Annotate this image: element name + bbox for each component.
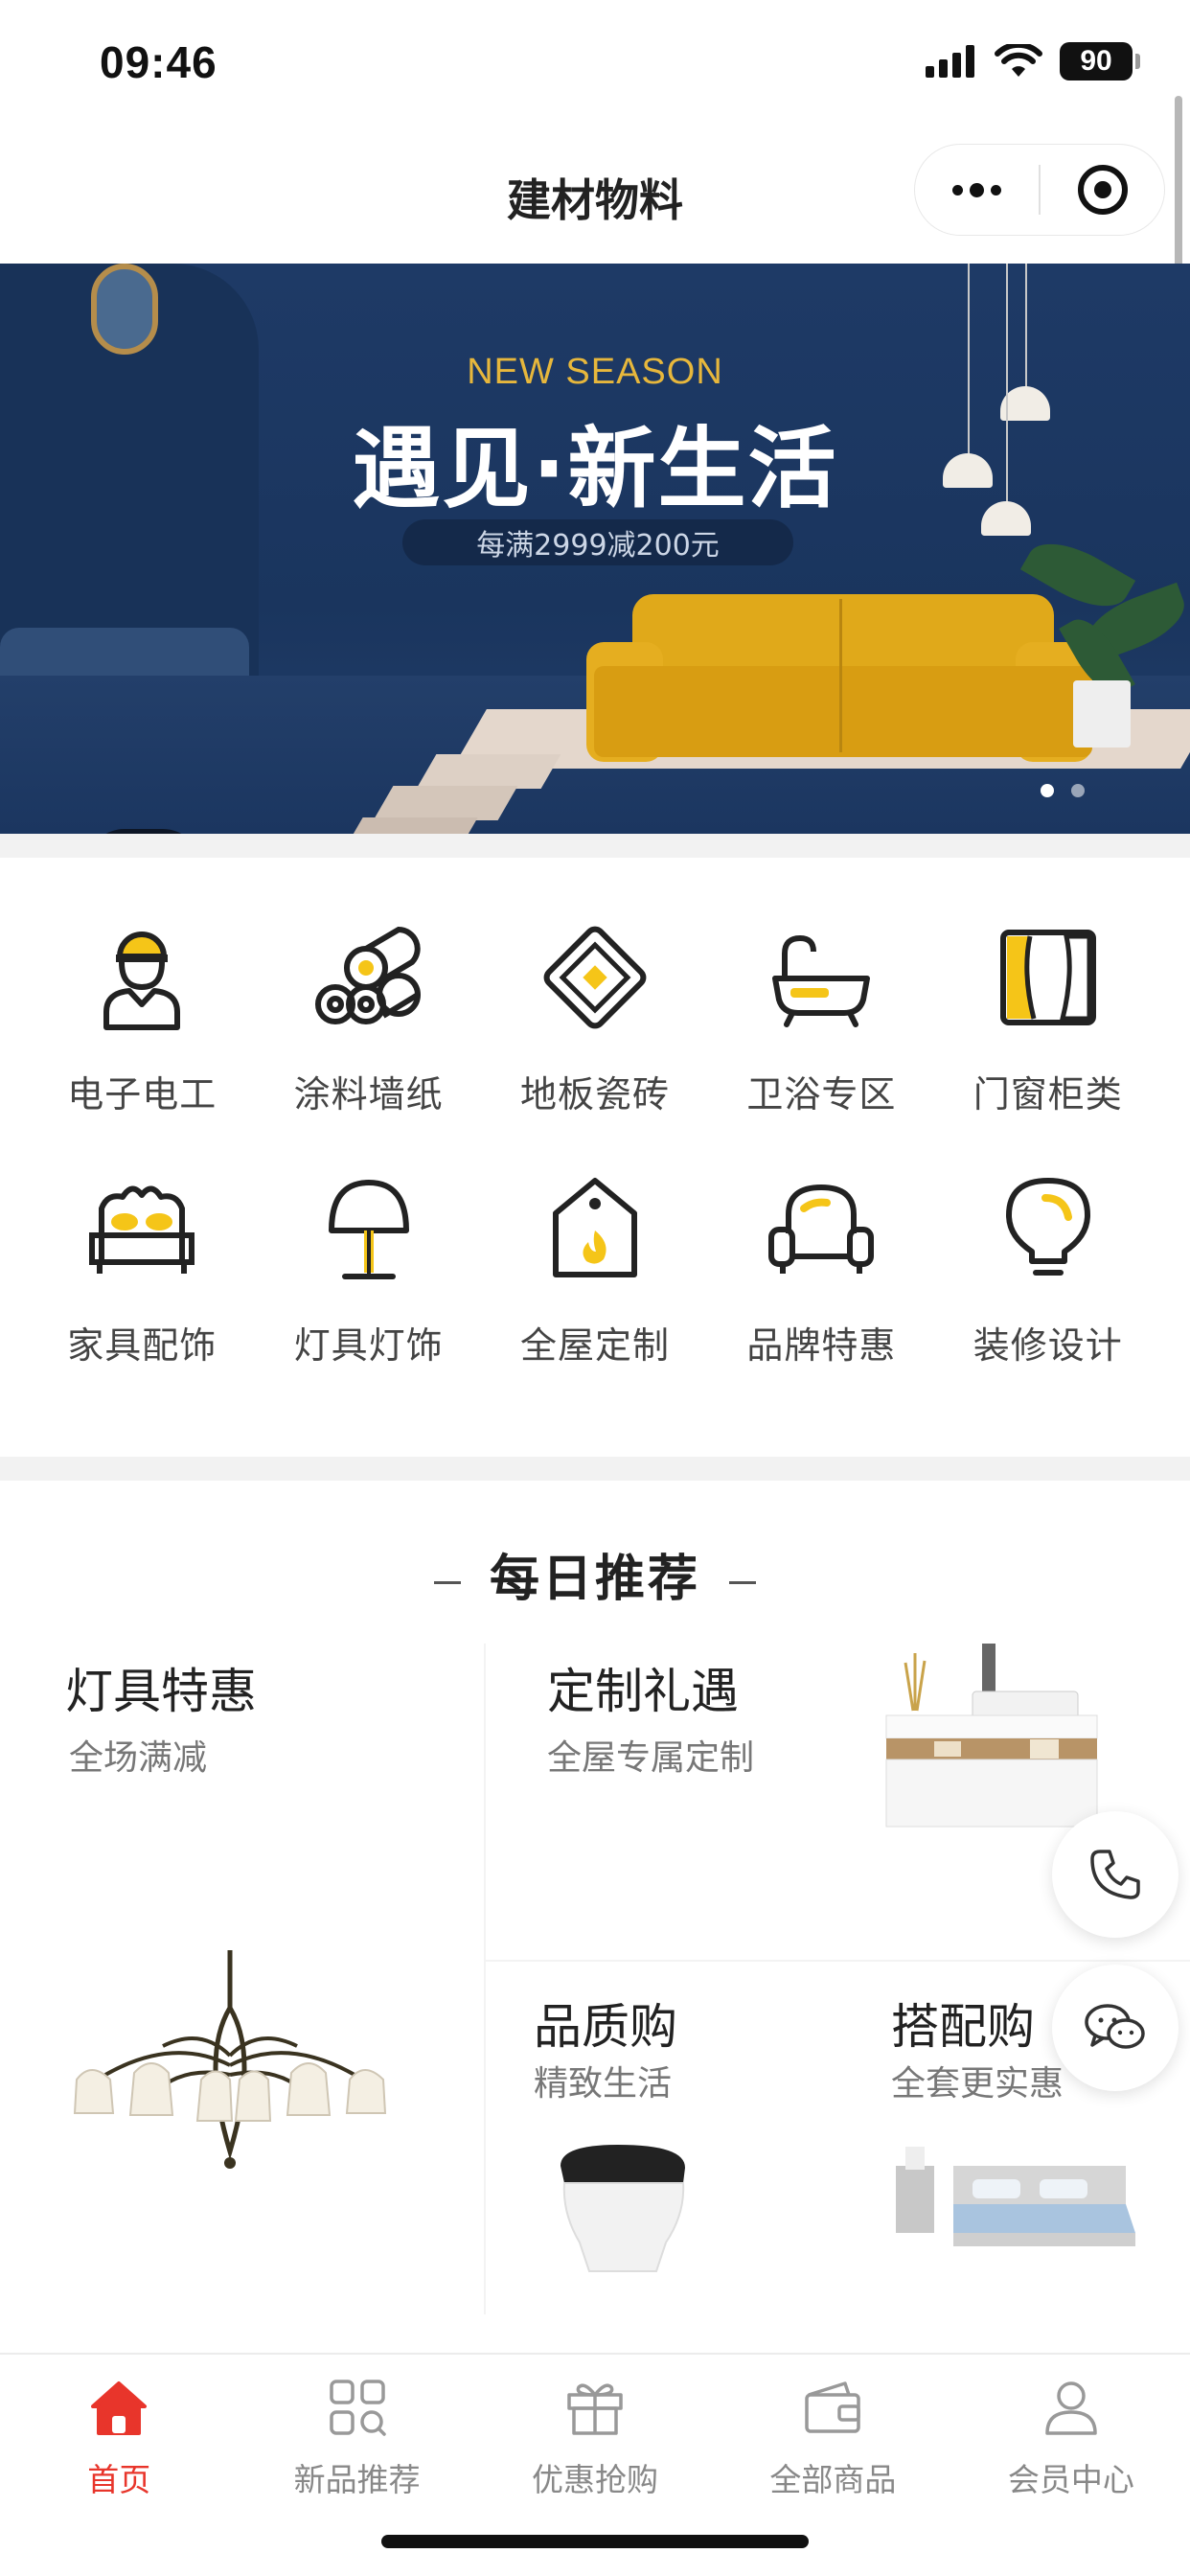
category-grid: 电子电工 涂料墙纸 地板瓷砖 卫浴专区 门窗柜类 家具配饰 灯具灯饰 全屋定制 … [0,858,1190,1457]
more-dots-icon [952,182,1001,197]
tab-label: 会员中心 [1007,2461,1134,2498]
category-label: 电子电工 [67,1073,217,1116]
phone-icon [1090,1850,1140,1899]
card-title: 搭配购 [891,1999,1035,2055]
category-window-cabinet[interactable]: 门窗柜类 [935,915,1161,1166]
close-mini-program-button[interactable] [1041,145,1164,235]
banner-title: 遇见·新生活 [352,418,838,520]
category-label: 门窗柜类 [973,1073,1123,1116]
category-label: 地板瓷砖 [519,1073,670,1116]
category-whole-house[interactable]: 全屋定制 [482,1166,708,1417]
wallet-icon [799,2374,866,2441]
card-title: 品质购 [534,1999,677,2055]
plant-pot [1073,680,1131,748]
chandelier-image [73,1950,387,2169]
status-bar: 09:46 90 [0,0,1190,129]
bathtub-icon [759,915,883,1040]
armchair-icon [759,1166,883,1291]
section-heading: 每日推荐 [0,1538,1190,1610]
tab-member-center[interactable]: 会员中心 [952,2355,1190,2576]
banner-subtitle: NEW SEASON [467,352,723,392]
banner-promo: 每满2999减200元 [402,519,793,565]
tab-label: 新品推荐 [293,2461,421,2498]
tab-label: 全部商品 [769,2461,897,2498]
battery-indicator: 90 [1060,42,1140,80]
status-time: 09:46 [100,37,217,87]
category-bath[interactable]: 卫浴专区 [708,915,934,1166]
home-icon [85,2374,152,2441]
category-label: 装修设计 [973,1324,1123,1367]
tab-label: 首页 [87,2461,151,2498]
category-label: 卫浴专区 [746,1073,897,1116]
smart-toilet-image [561,2145,685,2272]
bed-image [896,2147,1135,2246]
grid-search-icon [324,2374,391,2441]
category-paint[interactable]: 涂料墙纸 [255,915,481,1166]
mini-program-capsule [914,144,1165,236]
promo-banner[interactable]: NEW SEASON 遇见·新生活 每满2999减200元 [0,264,1190,834]
vanity-cabinet-image [885,1644,1098,1828]
more-button[interactable] [915,145,1039,235]
lightbulb-icon [986,1166,1110,1291]
user-icon [1038,2374,1105,2441]
wifi-icon [995,44,1042,77]
category-lighting[interactable]: 灯具灯饰 [255,1166,481,1417]
house-tag-icon [533,1166,657,1291]
category-label: 品牌特惠 [746,1324,897,1367]
section-gap [0,1457,1190,1481]
category-label: 家具配饰 [67,1324,217,1367]
tab-label: 优惠抢购 [532,2461,659,2498]
target-icon [1077,165,1128,215]
status-icons: 90 [926,42,1140,80]
paint-roll-icon [307,915,431,1040]
card-subtitle: 全屋专属定制 [547,1738,755,1778]
card-subtitle: 全套更实惠 [891,2064,1064,2104]
card-title: 灯具特惠 [65,1664,257,1719]
phone-button[interactable] [1052,1811,1179,1938]
banner-pagination [1041,784,1085,797]
category-label: 全屋定制 [519,1324,670,1367]
window-curtain-icon [986,915,1110,1040]
category-label: 涂料墙纸 [293,1073,444,1116]
category-label: 灯具灯饰 [293,1324,444,1367]
banner-dot-2[interactable] [1071,784,1085,797]
section-gap [0,834,1190,858]
banner-dot-1[interactable] [1041,784,1054,797]
card-title: 定制礼遇 [547,1664,739,1719]
daily-recommend-section: 每日推荐 灯具特惠 全场满减 定制礼遇 全屋专属定制 品质购 精致生活 搭配购 … [0,1481,1190,2353]
bed-icon [80,1166,204,1291]
category-decoration-design[interactable]: 装修设计 [935,1166,1161,1417]
category-furniture[interactable]: 家具配饰 [29,1166,255,1417]
signal-icon [926,45,974,78]
lamp-icon [307,1166,431,1291]
card-lighting[interactable]: 灯具特惠 全场满减 [0,1644,484,2314]
gift-icon [561,2374,629,2441]
home-indicator [381,2535,809,2548]
electrician-icon [80,915,204,1040]
banner-mirror [91,264,158,355]
card-subtitle: 精致生活 [534,2064,673,2104]
floor-tile-icon [533,915,657,1040]
card-subtitle: 全场满减 [69,1738,208,1778]
sofa-seat [594,666,1092,757]
customer-service-button[interactable] [1052,1965,1179,2091]
category-electrician[interactable]: 电子电工 [29,915,255,1166]
card-quality[interactable]: 品质购 精致生活 [484,1960,838,2314]
section-heading-text: 每日推荐 [489,1551,700,1608]
nav-bar: 建材物料 [0,129,1190,264]
category-brand-deals[interactable]: 品牌特惠 [708,1166,934,1417]
category-floor-tile[interactable]: 地板瓷砖 [482,915,708,1166]
wechat-icon [1085,2004,1145,2049]
tab-home[interactable]: 首页 [0,2355,238,2576]
